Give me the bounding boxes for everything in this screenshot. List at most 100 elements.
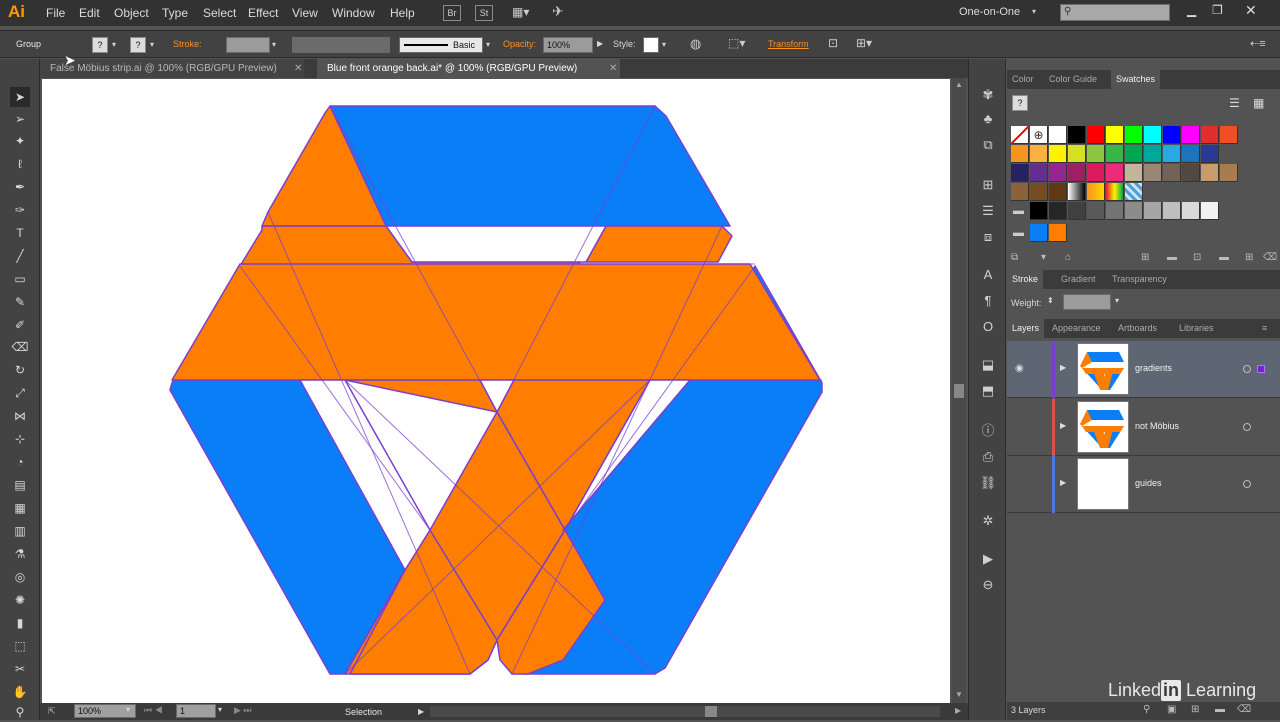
stroke-label[interactable]: Stroke: <box>173 39 202 49</box>
panel-menu-icon[interactable]: ≡ <box>1257 319 1272 338</box>
graph-tool-icon[interactable]: ▮ <box>10 613 30 633</box>
variable-width-profile[interactable] <box>292 37 390 53</box>
chevron-down-icon[interactable]: ▾ <box>150 40 154 49</box>
swatch[interactable] <box>1163 145 1181 163</box>
selection-indicator[interactable] <box>1257 365 1265 373</box>
swatch[interactable] <box>1106 202 1124 220</box>
minimize-icon[interactable]: ▁ <box>1187 3 1196 17</box>
shaper-tool-icon[interactable]: ✐ <box>10 315 30 335</box>
swatch[interactable] <box>1125 126 1143 144</box>
swatch[interactable] <box>1030 145 1048 163</box>
stroke-weight-field[interactable] <box>226 37 270 53</box>
swatch[interactable] <box>1163 126 1181 144</box>
isolate-group-icon[interactable]: ⊡ <box>828 36 838 50</box>
swatch[interactable] <box>1011 145 1029 163</box>
swatch[interactable] <box>1163 202 1181 220</box>
new-swatch-icon[interactable]: ⊡ <box>1193 252 1201 263</box>
search-input[interactable]: ⚲ <box>1060 4 1170 21</box>
eye-icon[interactable]: ◉ <box>1015 363 1024 374</box>
swatch[interactable] <box>1106 145 1124 163</box>
target-circle-icon[interactable] <box>1243 365 1251 373</box>
close-icon[interactable]: ✕ <box>1245 2 1257 19</box>
zoom-tool-icon[interactable]: ⚲ <box>10 702 30 722</box>
actions-icon[interactable]: ▶ <box>978 549 998 569</box>
chevron-down-icon[interactable]: ▾ <box>218 705 222 714</box>
opacity-field[interactable]: 100% <box>543 37 593 53</box>
orange-band-top-right[interactable] <box>585 225 733 263</box>
swatch-blue[interactable] <box>1030 224 1048 242</box>
blend-tool-icon[interactable]: ◎ <box>10 567 30 587</box>
last-artboard-icon[interactable]: ▶ ⏭ <box>234 705 252 716</box>
swatch-gradient-spectrum[interactable] <box>1106 183 1124 201</box>
restore-icon[interactable]: ❐ <box>1212 3 1223 17</box>
chevron-down-icon[interactable]: ▾ <box>1032 7 1036 16</box>
scroll-up-icon[interactable]: ▲ <box>955 80 963 89</box>
transform-link[interactable]: Transform <box>768 39 809 49</box>
swatch-registration[interactable]: ⊕ <box>1030 126 1048 144</box>
stock-button[interactable]: St <box>475 5 493 21</box>
pen-tool-icon[interactable]: ✒ <box>10 177 30 197</box>
swatch-options-icon[interactable]: ⌂ <box>1065 252 1071 263</box>
delete-layer-icon[interactable]: ⌫ <box>1237 704 1251 715</box>
scroll-thumb[interactable] <box>705 706 717 717</box>
menu-object[interactable]: Object <box>114 6 149 20</box>
tab-layers[interactable]: Layers <box>1007 319 1045 338</box>
swatch[interactable] <box>1068 164 1086 182</box>
direct-selection-tool-icon[interactable]: ➢ <box>10 109 30 129</box>
swatch[interactable] <box>1049 183 1067 201</box>
swatch[interactable] <box>1144 145 1162 163</box>
chevron-right-icon[interactable]: ▶ <box>418 707 424 716</box>
menu-type[interactable]: Type <box>162 6 188 20</box>
chevron-down-icon[interactable]: ▾ <box>112 40 116 49</box>
swatch-libraries-icon[interactable]: ⧉ <box>1011 252 1018 263</box>
new-swatch-icon[interactable]: ⊞ <box>1245 252 1253 263</box>
orange-band-horizontal[interactable] <box>171 263 821 381</box>
list-view-icon[interactable]: ☰ <box>1229 96 1240 110</box>
info-icon[interactable]: ⓘ <box>978 421 998 441</box>
swatch-gradient-white-black[interactable] <box>1068 183 1086 201</box>
scroll-thumb[interactable] <box>954 384 964 398</box>
share-icon[interactable]: ⇱ <box>48 706 56 717</box>
swatch[interactable] <box>1144 126 1162 144</box>
menu-file[interactable]: File <box>46 6 65 20</box>
make-clipping-mask-icon[interactable]: ▣ <box>1167 704 1176 715</box>
swatch[interactable] <box>1030 164 1048 182</box>
swatch[interactable] <box>1106 126 1124 144</box>
stepper-icon[interactable]: ⬍ <box>1047 296 1054 305</box>
fill-stroke-indicator[interactable]: ? <box>1012 95 1028 111</box>
swatch[interactable] <box>1068 202 1086 220</box>
align-panel-icon[interactable]: ⊞ <box>978 175 998 195</box>
link-icon[interactable]: ⊖ <box>978 575 998 595</box>
rectangle-tool-icon[interactable]: ▭ <box>10 269 30 289</box>
vertical-scrollbar[interactable]: ▲ ▼ <box>952 78 966 703</box>
scale-tool-icon[interactable]: ⤢ <box>10 383 30 403</box>
layer-row[interactable]: ▶ not Möbius <box>1007 399 1280 456</box>
chevron-down-icon[interactable]: ▾ <box>486 40 490 49</box>
swatch[interactable] <box>1030 183 1048 201</box>
swatch[interactable] <box>1049 126 1067 144</box>
slice-tool-icon[interactable]: ✂ <box>10 659 30 679</box>
stroke-swatch[interactable]: ? <box>130 37 146 53</box>
swatch[interactable] <box>1011 183 1029 201</box>
artboard-tool-icon[interactable]: ⬚ <box>10 636 30 656</box>
swatch[interactable] <box>1182 202 1200 220</box>
swatch[interactable] <box>1201 202 1219 220</box>
swatch-none[interactable] <box>1010 125 1030 145</box>
tab-appearance[interactable]: Appearance <box>1047 319 1106 338</box>
layer-name[interactable]: guides <box>1135 478 1162 488</box>
brushes-icon[interactable]: ✾ <box>978 85 998 105</box>
delete-swatch-icon[interactable]: ⌫ <box>1263 252 1277 263</box>
locate-object-icon[interactable]: ⚲ <box>1143 704 1150 715</box>
swatch-pattern[interactable] <box>1125 183 1143 201</box>
swatches-grid[interactable]: ⊕ ▬ ▬ <box>1010 125 1251 246</box>
align-icon[interactable]: ⬚▾ <box>728 36 745 50</box>
paintbrush-tool-icon[interactable]: ✎ <box>10 292 30 312</box>
artboard-number-field[interactable]: 1 <box>176 704 216 718</box>
panel-menu-icon[interactable]: ⇠≡ <box>1250 37 1266 50</box>
menu-help[interactable]: Help <box>390 6 415 20</box>
swatch[interactable] <box>1220 164 1238 182</box>
eraser-tool-icon[interactable]: ⌫ <box>10 337 30 357</box>
gpu-performance-icon[interactable]: ✈ <box>552 3 564 20</box>
target-circle-icon[interactable] <box>1243 480 1251 488</box>
hand-tool-icon[interactable]: ✋ <box>10 682 30 702</box>
